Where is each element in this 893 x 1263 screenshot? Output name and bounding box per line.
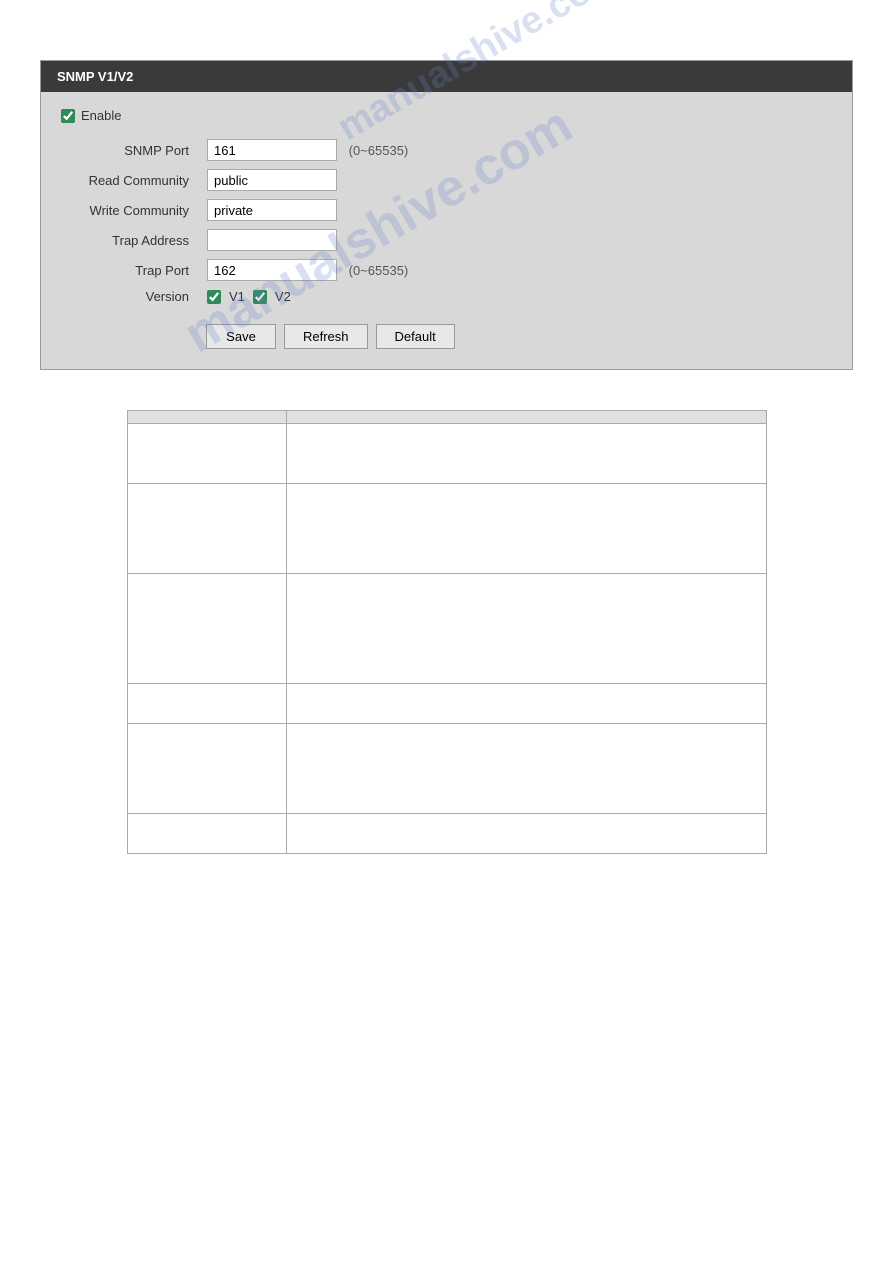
col2-header: [287, 411, 766, 424]
snmp-panel-title: SNMP V1/V2: [57, 69, 133, 84]
trap-address-row: Trap Address: [71, 225, 414, 255]
table-cell-col1: [127, 574, 287, 684]
trap-port-input[interactable]: [207, 259, 337, 281]
default-button[interactable]: Default: [376, 324, 455, 349]
trap-port-label: Trap Port: [71, 255, 201, 285]
enable-label: Enable: [81, 108, 121, 123]
table-row: [127, 814, 766, 854]
version-v1-checkbox[interactable]: [207, 290, 221, 304]
table-cell-col2: [287, 424, 766, 484]
table-row: [127, 424, 766, 484]
table-cell-col2: [287, 484, 766, 574]
read-community-input[interactable]: [207, 169, 337, 191]
table-cell-col1: [127, 724, 287, 814]
refresh-button[interactable]: Refresh: [284, 324, 368, 349]
write-community-input[interactable]: [207, 199, 337, 221]
table-cell-col1: [127, 484, 287, 574]
table-cell-col2: [287, 574, 766, 684]
read-community-label: Read Community: [71, 165, 201, 195]
button-row: Save Refresh Default: [206, 324, 832, 349]
page-wrapper: manualshive.com manualshive.com SNMP V1/…: [0, 0, 893, 894]
table-cell-col2: [287, 684, 766, 724]
snmp-port-row: SNMP Port (0~65535): [71, 135, 414, 165]
save-button[interactable]: Save: [206, 324, 276, 349]
table-row: [127, 484, 766, 574]
table-cell-col1: [127, 814, 287, 854]
write-community-row: Write Community: [71, 195, 414, 225]
col1-header: [127, 411, 287, 424]
data-table: [127, 410, 767, 854]
version-v2-checkbox[interactable]: [253, 290, 267, 304]
enable-row: Enable: [61, 108, 832, 123]
snmp-port-range: (0~65535): [349, 143, 409, 158]
snmp-port-label: SNMP Port: [71, 135, 201, 165]
version-label: Version: [71, 285, 201, 308]
table-row: [127, 684, 766, 724]
snmp-panel-header: SNMP V1/V2: [41, 61, 852, 92]
table-cell-col2: [287, 814, 766, 854]
table-cell-col1: [127, 684, 287, 724]
write-community-label: Write Community: [71, 195, 201, 225]
enable-checkbox[interactable]: [61, 109, 75, 123]
snmp-form-table: SNMP Port (0~65535) Read Community Write…: [71, 135, 414, 308]
trap-port-range: (0~65535): [349, 263, 409, 278]
version-checkboxes: V1 V2: [207, 289, 408, 304]
table-header-row: [127, 411, 766, 424]
table-row: [127, 724, 766, 814]
trap-port-row: Trap Port (0~65535): [71, 255, 414, 285]
snmp-panel: SNMP V1/V2 Enable SNMP Port (0~65535) Re…: [40, 60, 853, 370]
read-community-row: Read Community: [71, 165, 414, 195]
version-v1-label: V1: [229, 289, 245, 304]
version-row: Version V1 V2: [71, 285, 414, 308]
snmp-port-input[interactable]: [207, 139, 337, 161]
table-cell-col2: [287, 724, 766, 814]
version-v2-label: V2: [275, 289, 291, 304]
table-row: [127, 574, 766, 684]
snmp-panel-body: Enable SNMP Port (0~65535) Read Communit…: [41, 92, 852, 369]
table-cell-col1: [127, 424, 287, 484]
trap-address-input[interactable]: [207, 229, 337, 251]
trap-address-label: Trap Address: [71, 225, 201, 255]
